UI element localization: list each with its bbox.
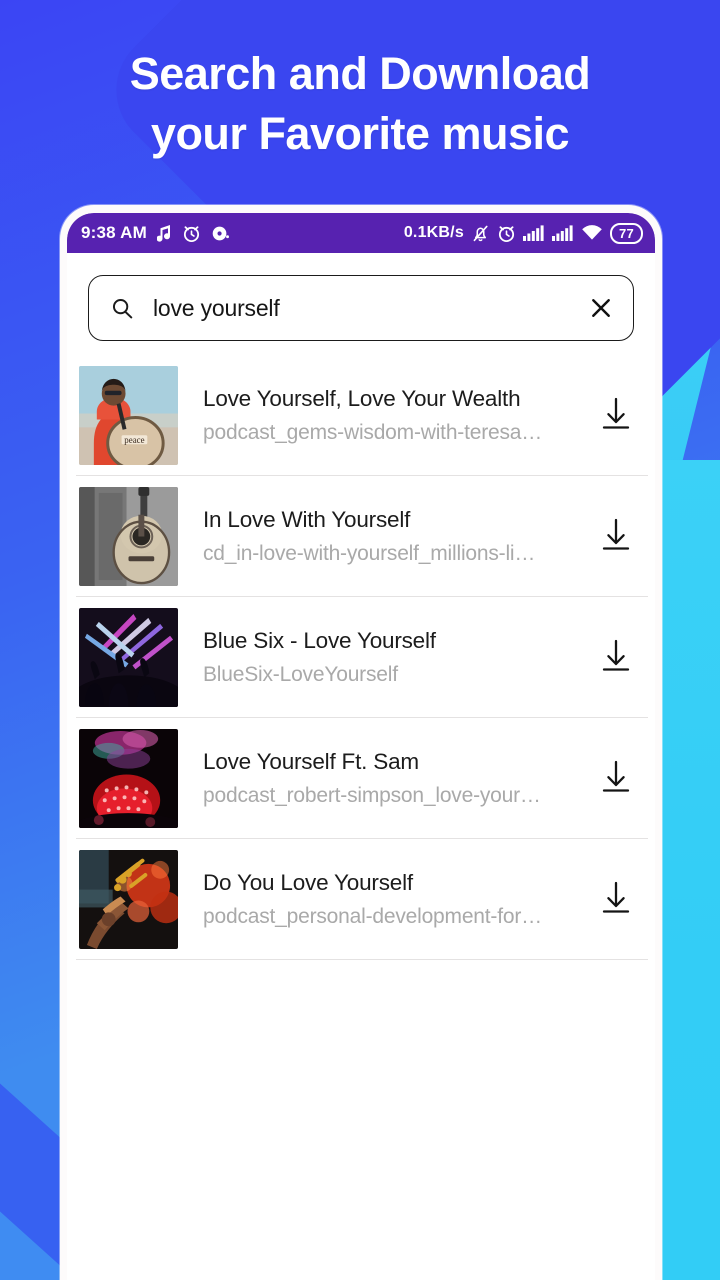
search-bar[interactable]: love yourself (88, 275, 634, 341)
signal-bars-icon (522, 224, 545, 242)
list-item[interactable]: Love Yourself Ft. Sam podcast_robert-sim… (76, 718, 648, 839)
list-item-text: In Love With Yourself cd_in-love-with-yo… (178, 507, 587, 566)
result-filename: cd_in-love-with-yourself_millions-li… (203, 541, 536, 565)
signal-bars-icon (551, 224, 574, 242)
result-filename: podcast_gems-wisdom-with-teresa… (203, 420, 543, 444)
result-filename: podcast_personal-development-for… (203, 904, 542, 928)
result-title: In Love With Yourself (203, 506, 411, 532)
result-title: Love Yourself Ft. Sam (203, 748, 419, 774)
thumbnail-trumpet-bokeh (79, 849, 178, 949)
search-input[interactable]: love yourself (153, 295, 587, 322)
clear-search-icon[interactable] (587, 294, 615, 322)
alarm-clock-icon (497, 224, 516, 243)
download-icon[interactable] (587, 517, 645, 555)
alarm-clock-icon (182, 224, 201, 243)
phone-mockup: 9:38 AM 0.1KB/s 77 love yourself peace L… (60, 205, 662, 1280)
status-bar: 9:38 AM 0.1KB/s 77 (67, 213, 655, 253)
list-item-text: Love Yourself, Love Your Wealth podcast_… (178, 386, 587, 445)
thumbnail-acoustic-guitar (79, 486, 178, 586)
svg-text:peace: peace (124, 435, 144, 445)
download-icon[interactable] (587, 880, 645, 918)
result-title: Blue Six - Love Yourself (203, 627, 436, 653)
search-results-list: peace Love Yourself, Love Your Wealth po… (67, 355, 655, 960)
thumbnail-person-with-drum: peace (79, 365, 178, 465)
battery-indicator: 77 (609, 222, 643, 244)
status-bar-left: 9:38 AM (81, 223, 230, 243)
phone-screen: 9:38 AM 0.1KB/s 77 love yourself peace L… (67, 213, 655, 1280)
download-icon[interactable] (587, 638, 645, 676)
result-filename: BlueSix-LoveYourself (203, 662, 398, 686)
headline-line-2: your Favorite music (150, 108, 570, 160)
status-time: 9:38 AM (81, 223, 147, 242)
list-item[interactable]: Blue Six - Love Yourself BlueSix-LoveYou… (76, 597, 648, 718)
wifi-icon (581, 224, 603, 242)
download-icon[interactable] (587, 759, 645, 797)
list-item[interactable]: Do You Love Yourself podcast_personal-de… (76, 839, 648, 960)
list-item[interactable]: peace Love Yourself, Love Your Wealth po… (76, 355, 648, 476)
result-title: Do You Love Yourself (203, 869, 413, 895)
music-note-icon (156, 224, 172, 243)
disc-icon (211, 224, 230, 243)
list-item[interactable]: In Love With Yourself cd_in-love-with-yo… (76, 476, 648, 597)
thumbnail-concert-stage-lights (79, 607, 178, 707)
promo-headline: Search and Download your Favorite music (0, 44, 720, 165)
list-item-text: Do You Love Yourself podcast_personal-de… (178, 870, 587, 929)
search-icon (110, 296, 135, 321)
result-filename: podcast_robert-simpson_love-your… (203, 783, 541, 807)
thumbnail-red-concert-lights (79, 728, 178, 828)
list-item-text: Blue Six - Love Yourself BlueSix-LoveYou… (178, 628, 587, 687)
network-speed: 0.1KB/s (403, 224, 464, 241)
download-icon[interactable] (587, 396, 645, 434)
list-item-text: Love Yourself Ft. Sam podcast_robert-sim… (178, 749, 587, 808)
result-title: Love Yourself, Love Your Wealth (203, 385, 521, 411)
search-section: love yourself (67, 253, 655, 341)
bell-muted-icon (471, 224, 490, 243)
status-bar-right: 0.1KB/s 77 (403, 222, 643, 244)
headline-line-1: Search and Download (129, 48, 591, 99)
